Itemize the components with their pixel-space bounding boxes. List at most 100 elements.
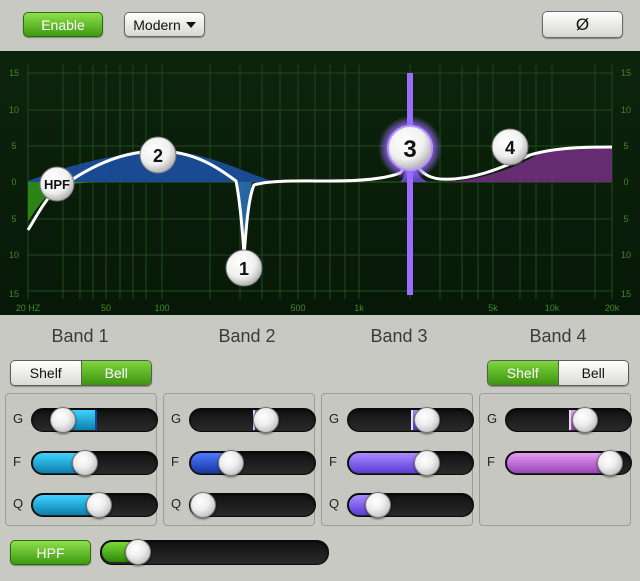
band3-f-slider-knob[interactable] xyxy=(414,450,440,476)
band4-g-row: G xyxy=(480,407,632,433)
db-tick-right: 5 xyxy=(623,214,628,224)
band3-g-slider-knob[interactable] xyxy=(414,407,440,433)
node-band4-label: 4 xyxy=(505,138,515,158)
band4-g-slider[interactable] xyxy=(505,407,632,433)
band2-f-row: F xyxy=(164,450,316,476)
db-tick-left: 5 xyxy=(11,141,16,151)
freq-tick: 1k xyxy=(354,303,364,313)
band4-shape-toggle[interactable]: Shelf Bell xyxy=(487,360,629,386)
band4-panel: GF xyxy=(479,393,632,526)
chevron-down-icon xyxy=(185,22,196,28)
band1-shelf-option[interactable]: Shelf xyxy=(11,361,81,385)
band3-f-slider[interactable] xyxy=(347,450,474,476)
node-band2-label: 2 xyxy=(153,146,163,166)
band1-g-label: G xyxy=(13,411,24,426)
hpf-button[interactable]: HPF xyxy=(10,540,91,565)
freq-tick: 50 xyxy=(101,303,111,313)
band4-bell-option[interactable]: Bell xyxy=(557,361,628,385)
db-tick-right: 15 xyxy=(621,289,631,299)
freq-tick: 100 xyxy=(154,303,169,313)
eq-graph[interactable]: 15 10 5 0 5 10 15 15 10 5 0 5 10 15 20 H… xyxy=(0,51,640,315)
band4-shelf-option[interactable]: Shelf xyxy=(488,361,558,385)
hpf-label: HPF xyxy=(36,544,65,561)
node-band1[interactable]: 1 xyxy=(225,249,263,287)
mode-dropdown[interactable]: Modern xyxy=(124,12,205,37)
band2-q-slider[interactable] xyxy=(189,492,316,518)
band4-title: Band 4 xyxy=(529,326,587,346)
graph-background xyxy=(0,51,640,315)
band3-f-label: F xyxy=(329,454,337,469)
band2-panel: G F Q xyxy=(163,393,316,526)
band1-bell-option[interactable]: Bell xyxy=(80,361,151,385)
band1-shape-toggle[interactable]: Shelf Bell xyxy=(10,360,152,386)
band1-f-slider-knob[interactable] xyxy=(72,450,98,476)
band2-q-row: Q xyxy=(164,492,316,518)
db-tick-right: 5 xyxy=(623,141,628,151)
freq-tick: 500 xyxy=(290,303,305,313)
hpf-slider-track[interactable] xyxy=(100,539,329,565)
band4-f-slider-fill xyxy=(507,453,611,473)
band1-g-slider-knob[interactable] xyxy=(50,407,76,433)
phase-invert-button[interactable]: Ø xyxy=(542,11,623,38)
band3-panel: G F Q xyxy=(321,393,474,526)
enable-button[interactable]: Enable xyxy=(23,12,103,37)
db-tick-left: 15 xyxy=(9,68,19,78)
band1-gain-center-tick xyxy=(95,410,97,430)
hpf-slider[interactable] xyxy=(100,539,329,565)
band2-g-slider[interactable] xyxy=(189,407,316,433)
band1-q-label: Q xyxy=(13,496,24,511)
band1-f-label: F xyxy=(13,454,21,469)
band3-q-label: Q xyxy=(329,496,340,511)
band3-q-slider[interactable] xyxy=(347,492,474,518)
band2-f-slider-knob[interactable] xyxy=(218,450,244,476)
band3-g-label: G xyxy=(329,411,340,426)
node-band2[interactable]: 2 xyxy=(139,136,177,174)
node-hpf[interactable]: HPF xyxy=(39,166,75,202)
band3-title: Band 3 xyxy=(370,326,428,346)
node-band1-label: 1 xyxy=(239,259,249,279)
band2-g-slider-knob[interactable] xyxy=(253,407,279,433)
freq-tick: 10k xyxy=(545,303,560,313)
band4-f-slider[interactable] xyxy=(505,450,632,476)
band2-g-label: G xyxy=(171,411,182,426)
band4-f-slider-knob[interactable] xyxy=(597,450,623,476)
band2-q-label: Q xyxy=(171,496,182,511)
band4-g-label: G xyxy=(487,411,498,426)
db-tick-left: 10 xyxy=(9,250,19,260)
freq-tick: 5k xyxy=(488,303,498,313)
band3-gain-center-tick xyxy=(411,410,413,430)
band1-title: Band 1 xyxy=(51,326,109,346)
db-tick-left: 10 xyxy=(9,105,19,115)
band3-q-slider-knob[interactable] xyxy=(365,492,391,518)
phase-invert-icon: Ø xyxy=(575,14,590,34)
band4-gain-center-tick xyxy=(569,410,571,430)
band2-g-row: G xyxy=(164,407,316,433)
band3-f-row: F xyxy=(322,450,474,476)
band4-g-slider-knob[interactable] xyxy=(572,407,598,433)
db-tick-left: 15 xyxy=(9,289,19,299)
band1-g-row: G xyxy=(6,407,158,433)
band3-g-slider[interactable] xyxy=(347,407,474,433)
band2-f-label: F xyxy=(171,454,179,469)
freq-tick: 20k xyxy=(605,303,620,313)
node-band4[interactable]: 4 xyxy=(491,128,529,166)
db-tick-right: 0 xyxy=(623,177,628,187)
band1-q-slider[interactable] xyxy=(31,492,158,518)
hpf-slider-knob[interactable] xyxy=(125,539,151,565)
band2-f-slider[interactable] xyxy=(189,450,316,476)
band1-panel: G F Q xyxy=(5,393,158,526)
band4-f-row: F xyxy=(480,450,632,476)
node-band3[interactable]: 3 xyxy=(378,116,442,180)
db-tick-right: 10 xyxy=(621,105,631,115)
node-hpf-label: HPF xyxy=(44,177,70,192)
band1-f-slider[interactable] xyxy=(31,450,158,476)
db-tick-right: 10 xyxy=(621,250,631,260)
db-tick-right: 15 xyxy=(621,68,631,78)
band1-g-slider[interactable] xyxy=(31,407,158,433)
mode-label: Modern xyxy=(133,16,181,33)
freq-tick: 20 HZ xyxy=(16,303,41,313)
band1-q-slider-knob[interactable] xyxy=(86,492,112,518)
band2-q-slider-knob[interactable] xyxy=(190,492,216,518)
enable-label: Enable xyxy=(41,16,85,33)
node-band3-label: 3 xyxy=(403,136,416,163)
